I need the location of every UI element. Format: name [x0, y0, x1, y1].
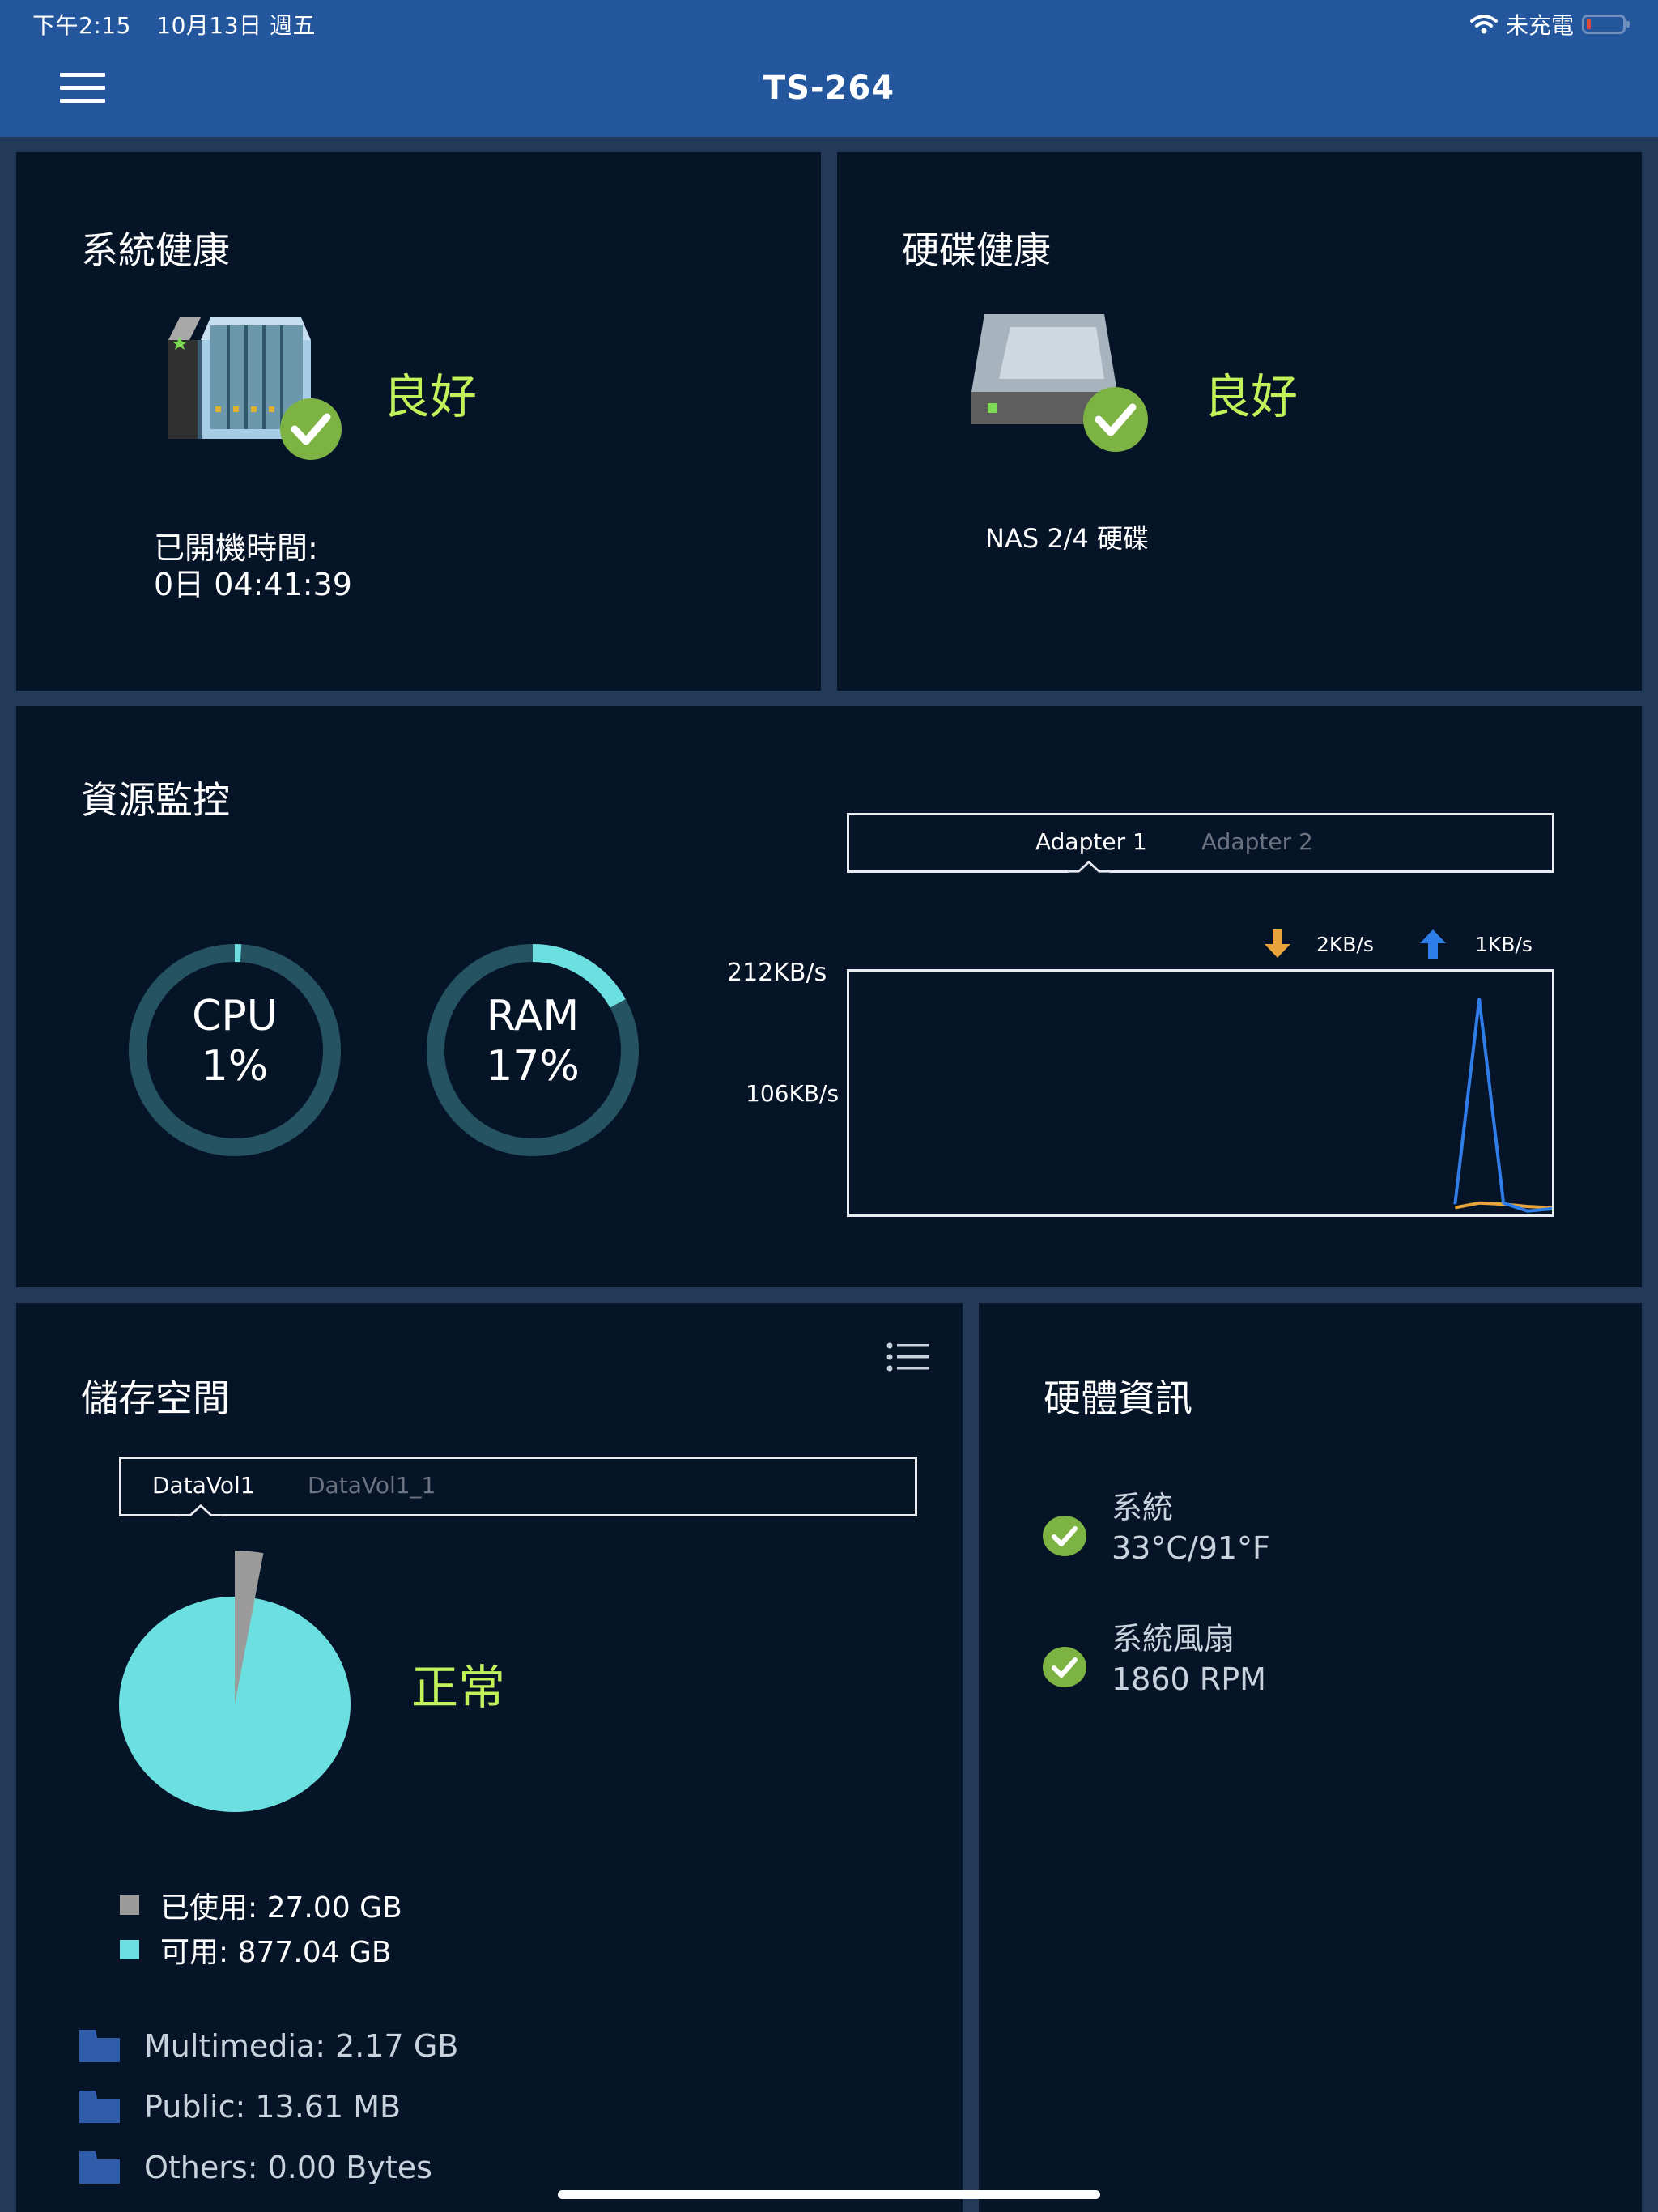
hw-item-fan: 系統風扇 1860 RPM	[1042, 1619, 1266, 1699]
hw-item-name: 系統風扇	[1112, 1621, 1235, 1657]
status-bar-right: 未充電	[1469, 8, 1630, 40]
check-circle-icon	[1043, 1647, 1086, 1687]
system-health-status: 良好	[383, 369, 478, 424]
storage-pie-chart	[119, 1551, 351, 1812]
legend-used: 已使用: 27.00 GB	[120, 1884, 402, 1926]
page-title: TS-264	[763, 70, 895, 107]
status-date: 10月13日 週五	[156, 12, 316, 39]
legend-swatch-free	[120, 1940, 139, 1959]
y-tick-label-top: 212KB/s	[727, 959, 827, 987]
resource-monitor-panel: 資源監控 CPU 1% RAM 17% Adapter 1 Adapter 2 …	[16, 706, 1642, 1287]
ram-gauge-text: RAM 17%	[419, 991, 646, 1091]
volume-tab-bar: DataVol1 DataVol1_1	[119, 1457, 917, 1517]
hw-item-value: 1860 RPM	[1112, 1661, 1266, 1697]
nas-device-icon	[168, 317, 342, 460]
storage-panel: 儲存空間 DataVol1 DataVol1_1 正常 已使用: 27.00 G…	[16, 1303, 963, 2212]
wifi-icon	[1469, 15, 1498, 34]
tab-adapter-2[interactable]: Adapter 2	[1201, 828, 1313, 855]
hardware-info-panel: 硬體資訊 系統 33°C/91°F 系統風扇 1860 RPM	[979, 1303, 1642, 2212]
disk-health-title: 硬碟健康	[902, 228, 1051, 272]
hardware-info-title: 硬體資訊	[1044, 1376, 1192, 1420]
tab-adapter-1[interactable]: Adapter 1	[1035, 828, 1147, 855]
cpu-label: CPU	[192, 992, 278, 1040]
ram-value: 17%	[486, 1042, 580, 1091]
status-time: 下午2:15	[32, 12, 131, 39]
uptime-value: 0日 04:41:39	[154, 567, 352, 602]
battery-icon	[1582, 15, 1630, 34]
upload-arrow-icon	[1420, 929, 1446, 959]
network-chart	[847, 969, 1554, 1217]
y-tick-label-mid: 106KB/s	[746, 1080, 840, 1107]
legend-used-text: 已使用: 27.00 GB	[160, 1891, 402, 1925]
chart-frame	[847, 969, 1554, 1217]
tab-datavol1[interactable]: DataVol1	[152, 1472, 255, 1499]
disk-health-panel[interactable]: 硬碟健康 良好 NAS 2/4 硬碟	[837, 152, 1642, 691]
legend-swatch-used	[120, 1895, 139, 1915]
resource-monitor-title: 資源監控	[81, 778, 230, 822]
system-health-title: 系統健康	[81, 228, 230, 272]
legend-free-text: 可用: 877.04 GB	[160, 1936, 392, 1969]
hw-item-name: 系統	[1112, 1490, 1174, 1525]
storage-status: 正常	[411, 1660, 506, 1715]
list-icon[interactable]	[886, 1342, 932, 1374]
folder-icon	[79, 2151, 120, 2184]
hw-item-value: 33°C/91°F	[1112, 1530, 1270, 1566]
check-circle-icon	[1043, 1516, 1086, 1556]
download-arrow-icon	[1265, 929, 1290, 958]
folder-label: Multimedia: 2.17 GB	[144, 2028, 459, 2064]
folder-label: Public: 13.61 MB	[144, 2089, 402, 2125]
active-tab-indicator	[1068, 860, 1110, 874]
ram-label: RAM	[486, 992, 580, 1040]
folder-icon	[79, 2030, 120, 2062]
folder-label: Others: 0.00 Bytes	[144, 2150, 432, 2185]
app-header: 下午2:15 10月13日 週五 未充電 TS-264	[0, 0, 1658, 137]
storage-title: 儲存空間	[81, 1376, 230, 1420]
charging-status: 未充電	[1505, 12, 1574, 39]
disk-count: NAS 2/4 硬碟	[985, 523, 1149, 554]
upload-rate: 1KB/s	[1475, 933, 1533, 956]
folder-icon	[79, 2091, 120, 2123]
system-health-panel[interactable]: 系統健康 良好 已開機時間: 0日 04:41:39	[16, 152, 821, 691]
folder-item[interactable]: Others: 0.00 Bytes	[79, 2150, 432, 2185]
cpu-value: 1%	[201, 1042, 269, 1091]
tab-datavol1-1[interactable]: DataVol1_1	[308, 1472, 436, 1499]
hw-item-system: 系統 33°C/91°F	[1042, 1487, 1270, 1568]
folder-item[interactable]: Multimedia: 2.17 GB	[79, 2028, 458, 2064]
disk-health-status: 良好	[1204, 369, 1299, 424]
active-tab-indicator	[180, 1504, 222, 1517]
cpu-gauge-text: CPU 1%	[121, 991, 348, 1091]
home-indicator[interactable]	[558, 2190, 1100, 2199]
legend-free: 可用: 877.04 GB	[120, 1929, 392, 1971]
status-bar-left: 下午2:15 10月13日 週五	[32, 8, 334, 40]
hard-drive-icon	[971, 314, 1148, 452]
folder-item[interactable]: Public: 13.61 MB	[79, 2089, 401, 2125]
download-rate: 2KB/s	[1316, 933, 1374, 956]
adapter-tab-bar: Adapter 1 Adapter 2	[847, 813, 1554, 874]
